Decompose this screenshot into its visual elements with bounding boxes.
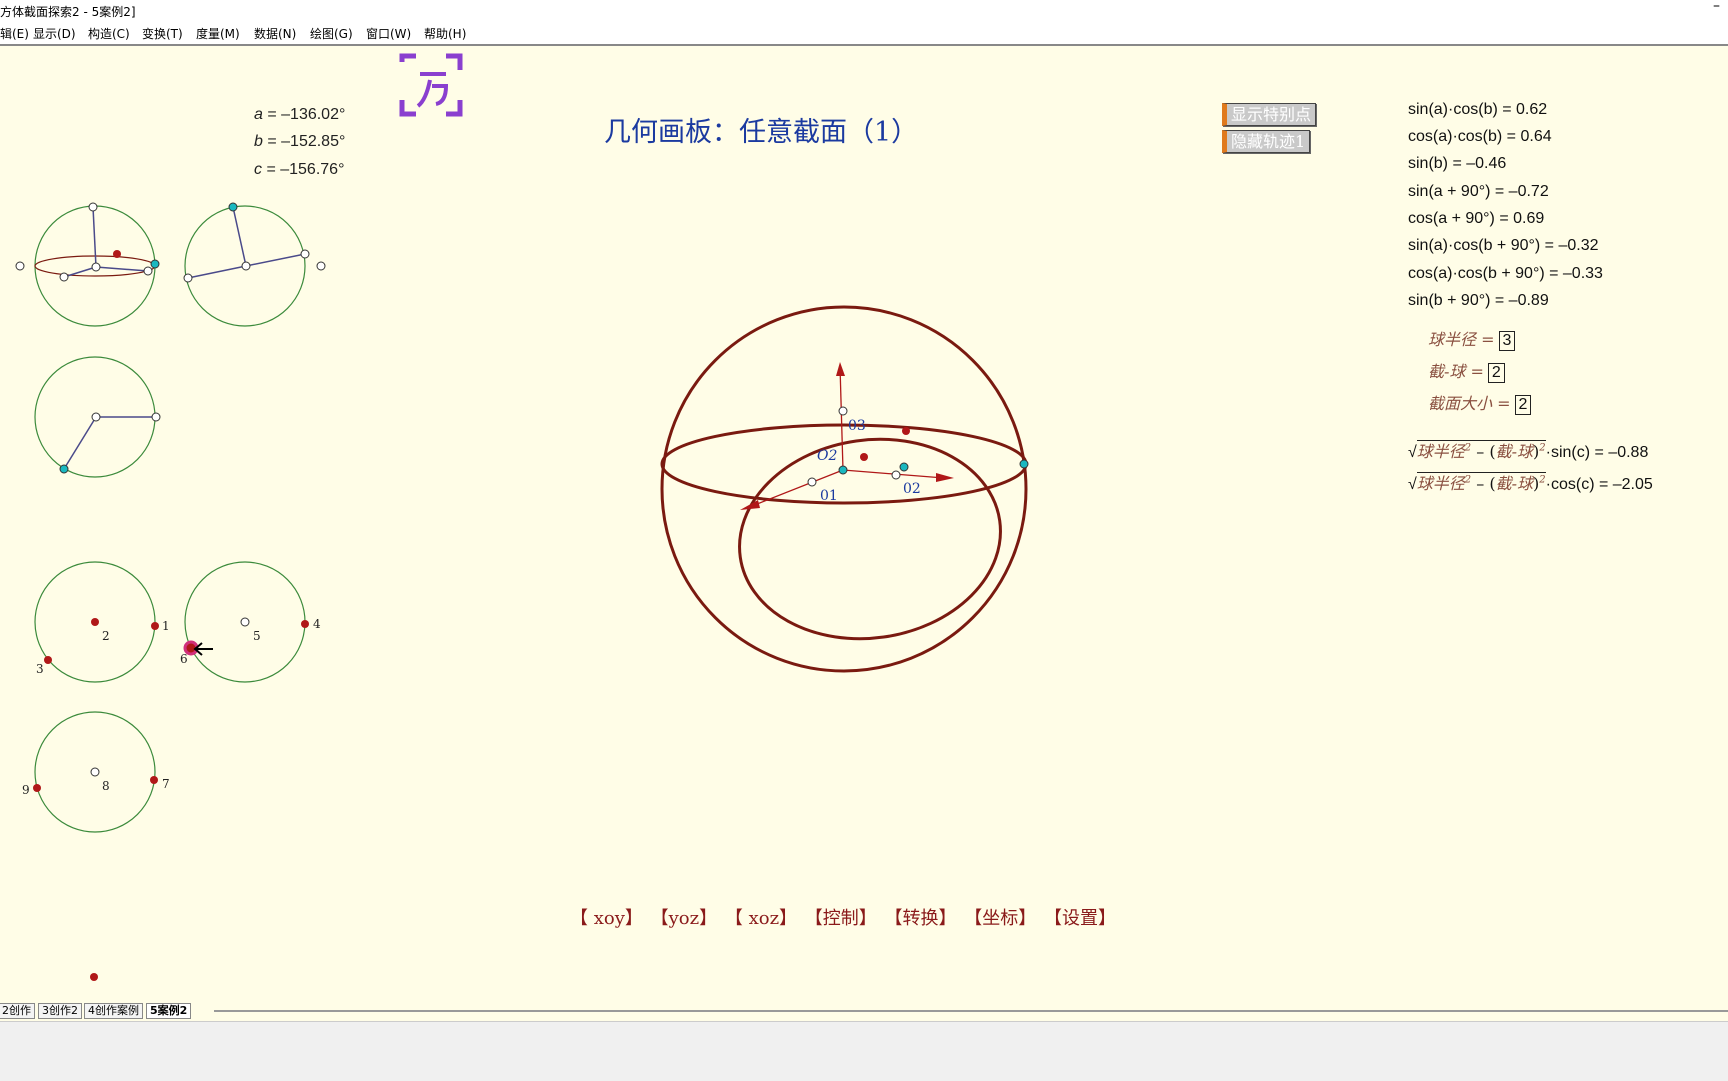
small-circle-1[interactable] [15, 202, 160, 327]
label-point-2: 2 [102, 629, 110, 643]
status-bar [0, 1021, 1728, 1081]
sketch-canvas[interactable]: a = –136.02° b = –152.85° c = –156.76° 几… [0, 46, 1728, 1001]
small-circle-5[interactable]: 5 4 6 [180, 561, 321, 683]
horizontal-scrollbar[interactable] [214, 1010, 1728, 1012]
small-circle-2[interactable] [183, 202, 326, 327]
small-circle-6[interactable]: 8 7 9 [22, 711, 170, 833]
label-point-6: 6 [180, 652, 188, 666]
menu-measure[interactable]: 度量(M) [196, 25, 240, 42]
loose-point[interactable] [90, 973, 98, 981]
menu-data[interactable]: 数据(N) [254, 25, 296, 42]
label-point-9: 9 [22, 783, 30, 797]
tab-4[interactable]: 4创作案例 [84, 1003, 143, 1019]
menu-display[interactable]: 显示(D) [33, 25, 76, 42]
menu-transform[interactable]: 变换(T) [142, 25, 183, 42]
tab-3[interactable]: 3创作2 [38, 1003, 82, 1019]
document-tabs: 2创作 3创作2 4创作案例 5案例2 [0, 1001, 1728, 1021]
small-circle-3[interactable] [34, 356, 161, 478]
menu-window[interactable]: 窗口(W) [366, 25, 411, 42]
label-point-3: 3 [36, 662, 44, 676]
sphere-diagram[interactable]: 03 02 01 O2 [660, 305, 1029, 673]
menu-construct[interactable]: 构造(C) [88, 25, 130, 42]
title-bar: 方体截面探索2 - 5案例2] – [0, 0, 1728, 22]
menu-graph[interactable]: 绘图(G) [310, 25, 353, 42]
label-o2: 02 [903, 481, 921, 497]
label-point-4: 4 [313, 617, 321, 631]
label-o1: 01 [820, 488, 838, 504]
label-o3: 03 [848, 418, 866, 434]
window-title: 方体截面探索2 - 5案例2] [0, 5, 136, 19]
logo-icon [399, 53, 463, 117]
tab-2[interactable]: 2创作 [0, 1003, 35, 1019]
geometry-drawing: 2 1 3 5 4 6 8 7 9 03 02 01 O2 [15, 53, 1029, 981]
menu-help[interactable]: 帮助(H) [424, 25, 466, 42]
small-circle-4[interactable]: 2 1 3 [34, 561, 170, 683]
label-center: O2 [817, 448, 837, 464]
label-point-5: 5 [253, 629, 261, 643]
label-point-1: 1 [162, 619, 170, 633]
label-point-7: 7 [162, 777, 170, 791]
menu-edit[interactable]: 编辑(E) [0, 25, 29, 42]
menu-bar: 编辑(E) 显示(D) 构造(C) 变换(T) 度量(M) 数据(N) 绘图(G… [0, 22, 1728, 46]
tab-5[interactable]: 5案例2 [146, 1003, 192, 1019]
minimize-icon[interactable]: – [1713, 0, 1720, 14]
label-point-8: 8 [102, 779, 110, 793]
